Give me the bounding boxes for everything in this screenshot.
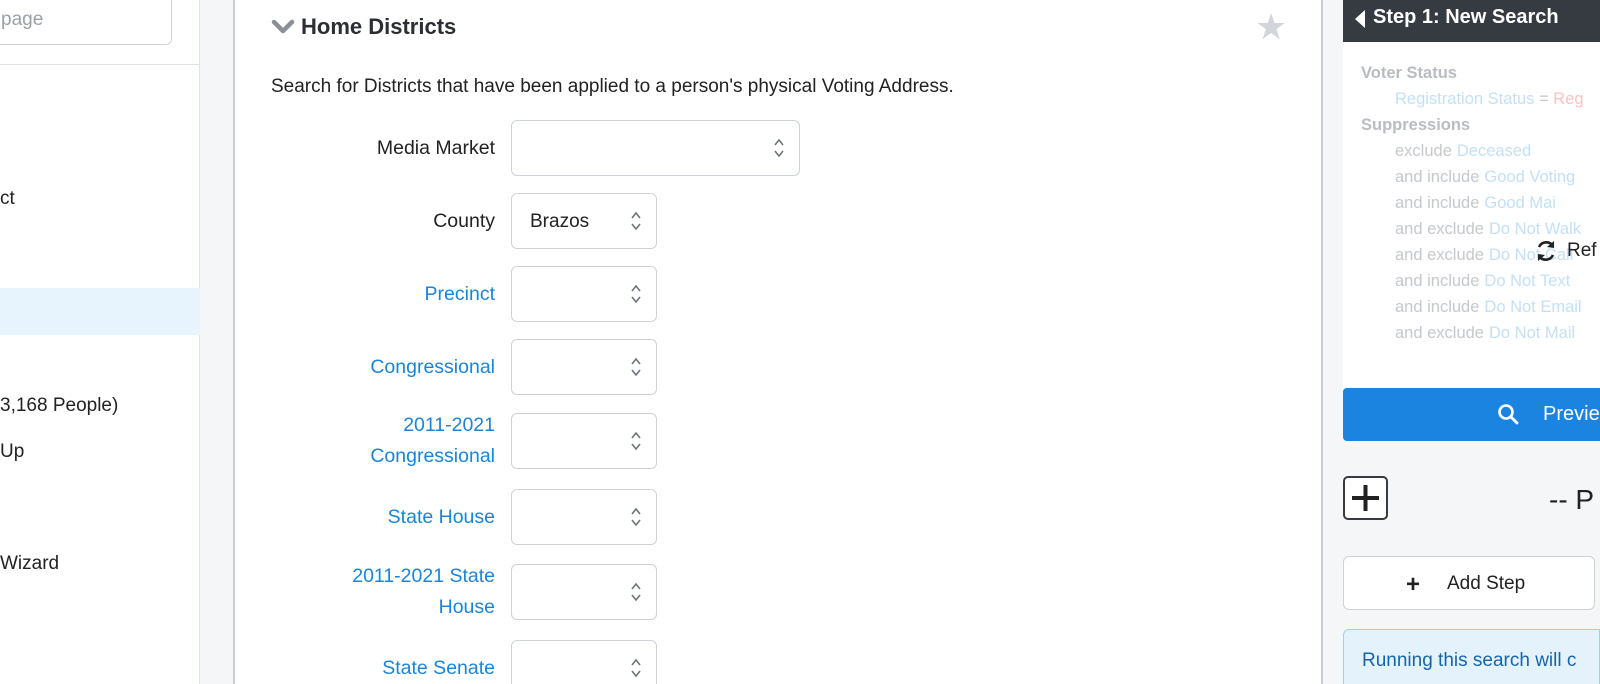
sort-arrows-icon [631,357,641,377]
preview-label: Previe [1543,403,1600,425]
sidebar-item[interactable]: Up [0,441,24,463]
preview-button[interactable]: Previe [1343,388,1600,441]
step-placeholder-text: -- P [1549,484,1595,515]
gutter [200,0,233,684]
district-select[interactable] [511,489,657,545]
refresh-icon [1537,241,1555,261]
refresh-button[interactable]: Ref [1533,238,1597,264]
district-select[interactable] [511,413,657,469]
panel-header[interactable]: Home Districts [271,14,456,40]
suppression-rule: and include Do Not Text [1395,272,1570,291]
rule-prefix: and include [1395,194,1480,212]
suppression-rule: and include Good Mai [1395,194,1556,213]
district-select[interactable] [511,339,657,395]
field-label-line: County [433,209,495,232]
rule-prefix: and include [1395,168,1480,186]
rule-name: Good Mai [1484,194,1556,212]
field-label[interactable]: Precinct [235,279,495,310]
sidebar-divider [0,64,200,65]
rule-prefix: exclude [1395,142,1452,160]
sidebar-active-item[interactable] [0,288,200,335]
field-label: Media Market [235,133,495,164]
field-label: County [235,206,495,237]
step-title: Step 1: New Search [1373,6,1559,28]
rule-prefix: and exclude [1395,246,1484,264]
field-label[interactable]: 2011-2021 State House [235,561,495,623]
district-select[interactable] [511,640,657,684]
criteria-heading: Voter Status [1361,64,1457,82]
sort-arrows-icon [631,431,641,451]
refresh-label: Ref [1567,240,1597,261]
criteria-heading: Suppressions [1361,116,1471,134]
info-alert: Running this search will c [1343,629,1600,684]
search-steps-panel: Step 1: New Search Voter Status Registra… [1343,0,1600,684]
criteria-operator: = [1539,90,1549,108]
caret-left-icon [1355,10,1365,28]
criteria-value: Reg [1553,90,1584,108]
field-label-line: House [438,596,495,618]
rule-name: Deceased [1456,142,1532,160]
search-icon [1498,404,1519,425]
sidebar-item[interactable]: Wizard [0,553,59,575]
field-label[interactable]: 2011-2021 Congressional [235,410,495,472]
sort-arrows-icon [631,582,641,602]
sort-arrows-icon [631,507,641,527]
rule-name: Good Voting [1484,168,1576,186]
field-label-line: 2011-2021 [403,414,495,436]
suppression-rule: exclude Deceased [1395,142,1531,161]
field-label-line: State House [387,505,495,528]
rule-prefix: and include [1395,298,1480,316]
sidebar-item[interactable]: ct [0,188,15,210]
field-label[interactable]: State Senate [235,653,495,684]
rule-prefix: and exclude [1395,220,1484,238]
field-label[interactable]: State House [235,502,495,533]
step-header[interactable]: Step 1: New Search [1343,0,1600,42]
sidebar-item[interactable]: 3,168 People) [0,395,118,417]
left-sidebar: page ct 3,168 People) Up Wizard [0,0,200,684]
add-button[interactable] [1343,476,1388,520]
district-select[interactable] [511,564,657,620]
add-step-button[interactable]: + Add Step [1343,556,1595,610]
rule-name: Do Not Walk [1489,220,1581,238]
panel-title: Home Districts [301,14,457,39]
rule-name: Do Not Email [1484,298,1582,316]
field-label-line: State Senate [382,656,495,679]
suppression-rule: and exclude Do Not Mail [1395,324,1575,343]
app-page: page ct 3,168 People) Up Wizard Home Dis… [0,0,1600,684]
sidebar-search-input[interactable]: page [0,0,172,45]
plus-icon: + [1406,571,1421,598]
sidebar-search-placeholder: page [1,9,44,30]
step-criteria: Voter Status Registration Status = Reg S… [1343,42,1600,387]
field-label-line: Media Market [376,136,495,159]
home-districts-panel: Home Districts ★ Search for Districts th… [233,0,1323,684]
district-select[interactable]: Brazos [511,193,657,249]
rule-prefix: and exclude [1395,324,1484,342]
add-step-label: Add Step [1447,573,1526,594]
field-label-line: Congressional [370,355,495,378]
rule-name: Do Not Text [1484,272,1571,290]
info-text: Running this search will c [1362,650,1577,671]
field-label-line: Congressional [370,445,495,467]
criteria-line: Registration Status = Reg [1395,90,1584,109]
field-label-line: Precinct [424,282,495,305]
rule-prefix: and include [1395,272,1480,290]
plus-icon [1352,485,1379,511]
rule-name: Do Not Mail [1489,324,1576,342]
select-value: Brazos [530,211,590,232]
panel-description: Search for Districts that have been appl… [271,76,954,97]
sort-arrows-icon [631,211,641,231]
criteria-field: Registration Status [1395,90,1535,108]
field-label[interactable]: Congressional [235,352,495,383]
sort-arrows-icon [774,138,784,158]
sort-arrows-icon [631,284,641,304]
chevron-down-icon[interactable] [271,15,295,39]
star-icon[interactable]: ★ [1255,6,1287,48]
sort-arrows-icon [631,658,641,678]
district-select[interactable] [511,120,800,176]
suppression-rule: and exclude Do Not Walk [1395,220,1581,239]
suppression-rule: and include Do Not Email [1395,298,1582,317]
district-select[interactable] [511,266,657,322]
suppression-rule: and include Good Voting [1395,168,1575,187]
field-label-line: 2011-2021 State [352,565,495,587]
